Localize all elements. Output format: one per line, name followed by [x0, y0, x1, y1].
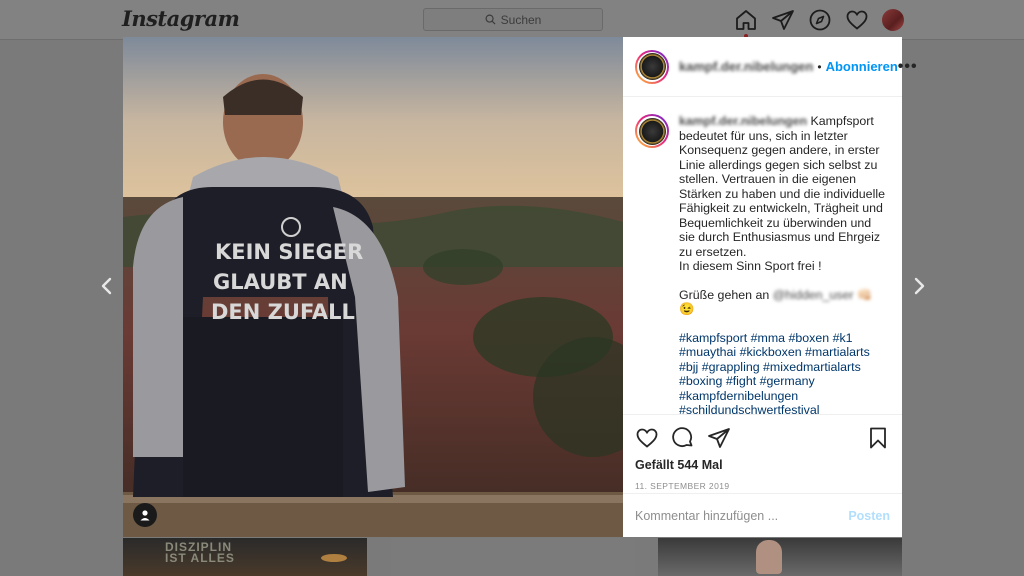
explore-icon[interactable]	[808, 8, 832, 32]
post-photo: KEIN SIEGER GLAUBT AN DEN ZUFALL	[123, 37, 623, 537]
previous-post-button[interactable]	[92, 271, 122, 301]
hashtag-list[interactable]: #kampfsport #mma #boxen #k1 #muaythai #k…	[679, 331, 890, 415]
caption-area: kampf.der.nibelungen Kampfsport bedeutet…	[623, 98, 902, 414]
grid-tile[interactable]: DISZIPLIN IST ALLES	[123, 538, 367, 576]
comment-input[interactable]	[635, 508, 849, 523]
caption-avatar[interactable]	[635, 114, 669, 148]
shirt-text-line: KEIN SIEGER	[215, 240, 363, 264]
direct-icon[interactable]	[771, 8, 795, 32]
next-post-button[interactable]	[904, 271, 934, 301]
separator-dot: •	[817, 59, 822, 74]
action-bar: Gefällt 544 Mal 11. SEPTEMBER 2019	[623, 414, 902, 491]
post-image[interactable]: KEIN SIEGER GLAUBT AN DEN ZUFALL	[123, 37, 623, 537]
grid-tile[interactable]	[658, 538, 902, 576]
profile-avatar[interactable]	[882, 9, 904, 31]
caption-username[interactable]: kampf.der.nibelungen	[679, 114, 807, 128]
shirt-text-line: GLAUBT AN	[213, 270, 348, 294]
activity-heart-icon[interactable]	[845, 8, 869, 32]
grid-tile[interactable]	[391, 538, 635, 576]
sunset-glow	[321, 554, 347, 562]
user-icon	[140, 510, 150, 521]
share-icon[interactable]	[707, 426, 731, 450]
author-avatar[interactable]	[635, 49, 669, 84]
mention-link[interactable]: @hidden_user 👊🏻	[773, 288, 873, 302]
post-details-panel: kampf.der.nibelungen • Abonnieren ••• ka…	[623, 37, 917, 537]
caption-body: Kampfsport bedeutet für uns, sich in let…	[679, 114, 885, 273]
home-button[interactable]	[734, 8, 758, 38]
chevron-left-icon	[101, 277, 112, 295]
post-comment-button[interactable]: Posten	[848, 509, 890, 523]
post-header: kampf.der.nibelungen • Abonnieren •••	[623, 37, 917, 97]
top-nav: Instagram Suchen	[0, 0, 1024, 40]
like-count[interactable]: Gefällt 544 Mal	[635, 458, 890, 472]
like-heart-icon[interactable]	[635, 426, 659, 450]
search-bar[interactable]: Suchen	[423, 8, 603, 31]
instagram-logo[interactable]: Instagram	[122, 6, 240, 31]
greeting-text: Grüße gehen an	[679, 287, 770, 302]
home-icon	[736, 10, 756, 30]
tile-text: DISZIPLIN IST ALLES	[165, 540, 235, 565]
follow-button[interactable]: Abonnieren	[826, 59, 898, 74]
search-placeholder: Suchen	[500, 12, 542, 27]
person-head	[756, 540, 782, 574]
post-date[interactable]: 11. SEPTEMBER 2019	[635, 481, 890, 491]
more-options-button[interactable]: •••	[898, 58, 918, 76]
caption-text: kampf.der.nibelungen Kampfsport bedeutet…	[679, 114, 890, 414]
comment-form: Posten	[623, 493, 902, 537]
comment-icon[interactable]	[671, 426, 695, 450]
tagged-users-button[interactable]	[133, 503, 157, 527]
search-icon	[485, 14, 496, 25]
chevron-right-icon	[914, 277, 925, 295]
author-username[interactable]: kampf.der.nibelungen	[679, 59, 813, 74]
nav-icons	[734, 8, 904, 38]
shirt-text-line: DEN ZUFALL	[211, 300, 355, 324]
bookmark-icon[interactable]	[866, 426, 890, 450]
